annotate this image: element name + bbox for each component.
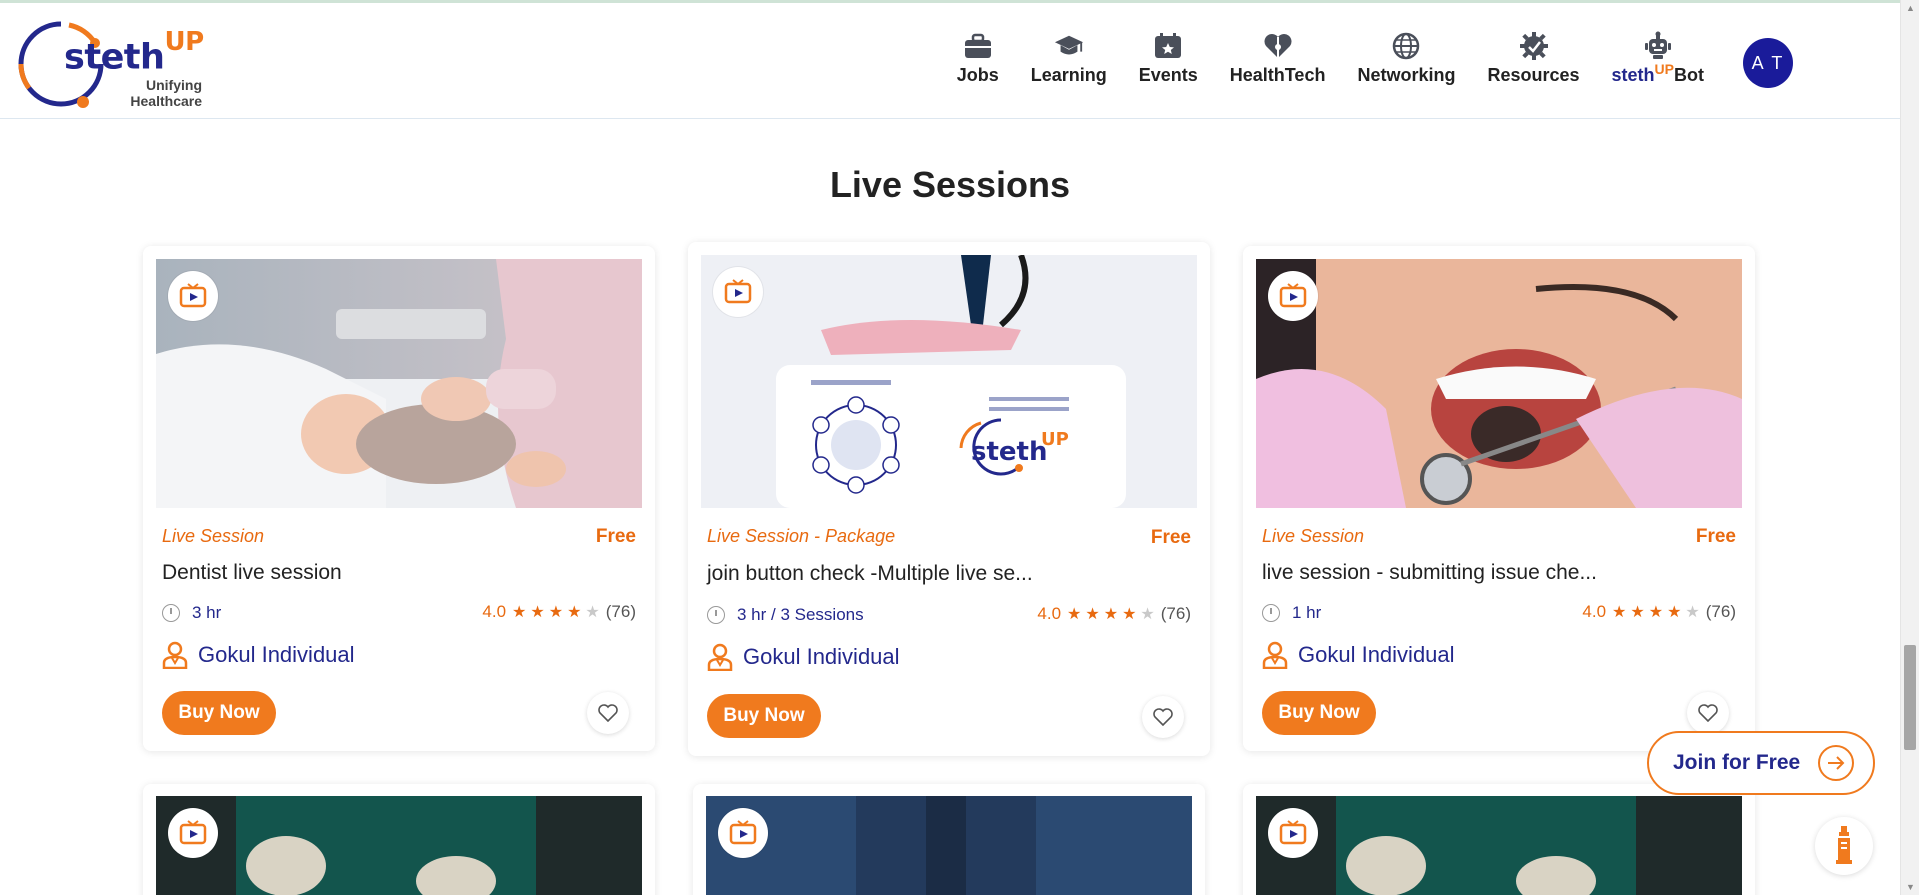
live-tv-icon — [713, 267, 763, 317]
scrollbar-thumb[interactable] — [1904, 645, 1916, 750]
session-price: Free — [595, 526, 636, 547]
card-image-baby — [156, 259, 642, 508]
session-card[interactable] — [143, 784, 655, 895]
person-icon — [1262, 641, 1288, 669]
join-for-free-button[interactable]: Join for Free — [1647, 731, 1875, 795]
session-card[interactable]: Live Session Free Dentist live session 3… — [143, 246, 655, 751]
calendar-star-icon — [1153, 31, 1183, 61]
star-icon: ★ — [1612, 604, 1627, 621]
session-rating: 4.0 ★ ★ ★ ★ ★ (76) — [482, 602, 636, 621]
arrow-right-icon — [1818, 745, 1855, 781]
svg-text:UP: UP — [1041, 429, 1069, 450]
live-tv-icon — [718, 808, 768, 858]
card-image-surgeon — [156, 796, 642, 895]
buy-now-button[interactable]: Buy Now — [1262, 691, 1376, 735]
session-author[interactable]: Gokul Individual — [707, 643, 900, 671]
user-avatar[interactable]: A T — [1743, 38, 1793, 88]
card-image-surgeon — [1256, 796, 1742, 895]
session-type: Live Session - Package — [707, 526, 896, 546]
live-tv-icon — [168, 808, 218, 858]
session-rating: 4.0 ★ ★ ★ ★ ★ (76) — [1037, 604, 1191, 623]
session-card[interactable]: steth UP Live Session - Package Free joi… — [688, 242, 1210, 756]
live-tv-icon — [1268, 271, 1318, 321]
clock-icon — [1262, 604, 1280, 622]
clock-icon — [707, 606, 725, 624]
session-author[interactable]: Gokul Individual — [162, 641, 355, 669]
nav-events[interactable]: Events — [1123, 31, 1214, 91]
favorite-heart-icon[interactable] — [587, 692, 629, 734]
star-empty-icon: ★ — [585, 604, 600, 621]
scroll-down-arrow-icon[interactable]: ▼ — [1906, 882, 1915, 892]
live-tv-icon — [168, 271, 218, 321]
person-icon — [707, 643, 733, 671]
session-card[interactable] — [1243, 784, 1755, 895]
nav-jobs[interactable]: Jobs — [941, 31, 1015, 91]
session-duration: 3 hr — [162, 603, 221, 623]
session-type: Live Session — [162, 526, 265, 546]
nav-learning[interactable]: Learning — [1015, 31, 1123, 91]
session-title[interactable]: join button check -Multiple live se... — [707, 562, 1033, 586]
injection-bottle-icon[interactable] — [1815, 817, 1873, 875]
briefcase-icon — [963, 31, 993, 61]
session-author[interactable]: Gokul Individual — [1262, 641, 1455, 669]
star-empty-icon: ★ — [1140, 606, 1155, 623]
scroll-up-arrow-icon[interactable]: ▲ — [1906, 3, 1915, 13]
star-icon: ★ — [1630, 604, 1645, 621]
logo-tagline: Unifying Healthcare — [130, 77, 202, 109]
logo-wordmark: stethUP — [64, 27, 204, 78]
session-duration: 3 hr / 3 Sessions — [707, 605, 864, 625]
clock-icon — [162, 604, 180, 622]
nav-healthtech[interactable]: HealthTech — [1214, 31, 1342, 91]
site-header: stethUP Unifying Healthcare Jobs Learnin… — [0, 3, 1900, 119]
section-title: Live Sessions — [829, 164, 1071, 205]
star-icon: ★ — [1122, 606, 1137, 623]
nav-networking[interactable]: Networking — [1341, 31, 1471, 91]
star-empty-icon: ★ — [1685, 604, 1700, 621]
stethup-logo[interactable]: stethUP Unifying Healthcare — [12, 15, 212, 111]
live-tv-icon — [1268, 808, 1318, 858]
person-icon — [162, 641, 188, 669]
nav-stethup-bot[interactable]: stethUPBot — [1596, 31, 1720, 91]
star-icon: ★ — [567, 604, 582, 621]
session-price: Free — [1695, 526, 1736, 547]
card-image-doctor-blue — [706, 796, 1192, 895]
session-type: Live Session — [1262, 526, 1365, 546]
globe-icon — [1391, 31, 1421, 61]
session-duration: 1 hr — [1262, 603, 1321, 623]
session-title[interactable]: Dentist live session — [162, 561, 342, 585]
nav-resources[interactable]: Resources — [1471, 31, 1595, 91]
session-card[interactable] — [693, 784, 1205, 895]
session-rating: 4.0 ★ ★ ★ ★ ★ (76) — [1582, 602, 1736, 621]
card-image-stethup-doctor: steth UP — [701, 255, 1197, 508]
session-price: Free — [1150, 527, 1191, 548]
graduation-cap-icon — [1054, 31, 1084, 61]
favorite-heart-icon[interactable] — [1142, 696, 1184, 738]
star-icon: ★ — [1667, 604, 1682, 621]
buy-now-button[interactable]: Buy Now — [707, 694, 821, 738]
star-icon: ★ — [530, 604, 545, 621]
svg-text:steth: steth — [971, 437, 1047, 467]
buy-now-button[interactable]: Buy Now — [162, 691, 276, 735]
page-scrollbar[interactable]: ▲ ▼ — [1900, 0, 1919, 895]
favorite-heart-icon[interactable] — [1687, 692, 1729, 734]
star-icon: ★ — [548, 604, 564, 621]
star-icon: ★ — [1648, 604, 1664, 621]
robot-icon — [1643, 31, 1673, 61]
star-icon: ★ — [1085, 606, 1100, 623]
star-icon: ★ — [1103, 606, 1119, 623]
card-image-dental — [1256, 259, 1742, 508]
session-card[interactable]: Live Session Free live session - submitt… — [1243, 246, 1755, 751]
star-icon: ★ — [512, 604, 527, 621]
session-title[interactable]: live session - submitting issue che... — [1262, 561, 1597, 585]
heart-puzzle-icon — [1263, 31, 1293, 61]
star-icon: ★ — [1067, 606, 1082, 623]
gear-icon — [1519, 31, 1549, 61]
main-nav: Jobs Learning Events HealthTech Networki… — [941, 31, 1720, 91]
